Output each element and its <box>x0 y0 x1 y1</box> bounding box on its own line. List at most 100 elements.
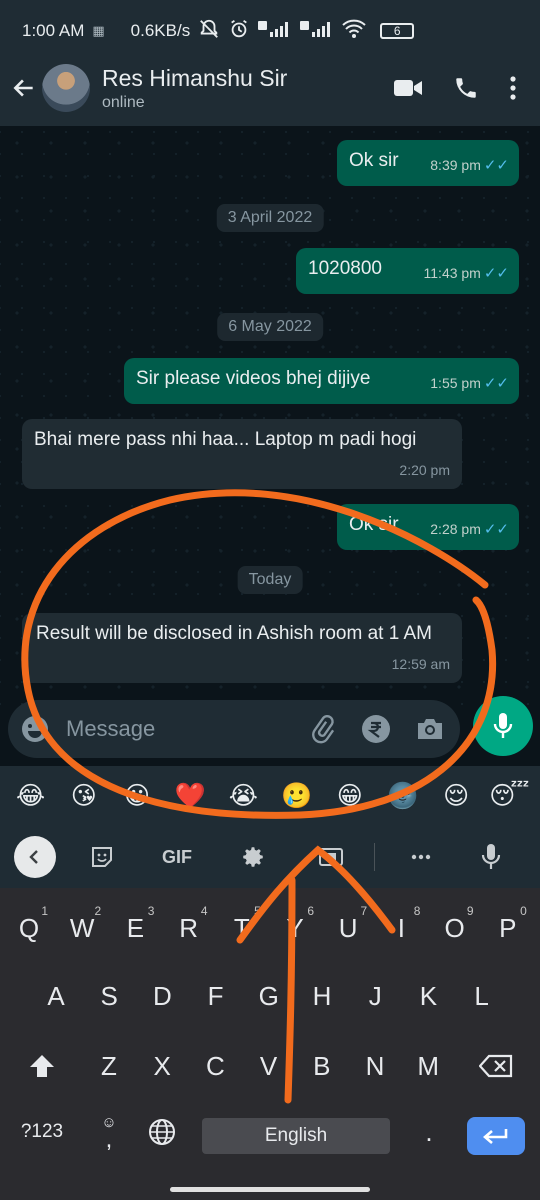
message-time: 2:20 pm <box>399 462 450 478</box>
key-label: R <box>179 912 198 943</box>
message-time: 2:28 pm <box>430 521 481 537</box>
key-j[interactable]: J <box>350 968 400 1024</box>
key-a[interactable]: A <box>31 968 81 1024</box>
back-arrow-icon[interactable] <box>8 72 40 104</box>
battery-icon: 6 <box>380 23 415 39</box>
keyboard-collapse-button[interactable] <box>14 836 56 878</box>
emoji-suggestion[interactable]: 😁 <box>330 781 370 811</box>
mic-icon <box>493 713 513 738</box>
backspace-key[interactable] <box>464 1038 528 1094</box>
key-g[interactable]: G <box>244 968 294 1024</box>
message-incoming[interactable]: Result will be disclosed in Ashish room … <box>22 613 462 683</box>
key-number-hint: 1 <box>41 904 48 918</box>
gif-button[interactable]: GIF <box>162 836 192 878</box>
key-number-hint: 3 <box>147 904 155 918</box>
key-number-hint: 6 <box>307 904 314 918</box>
message-outgoing[interactable]: 1020800 11:43 pm ✓✓ <box>296 248 519 294</box>
message-time: 1:55 pm <box>430 375 481 391</box>
key-label: O <box>444 912 465 943</box>
key-d[interactable]: D <box>137 968 187 1024</box>
camera-icon[interactable] <box>410 709 450 749</box>
emoji-suggestion[interactable]: 🌚 <box>383 782 423 811</box>
key-m[interactable]: M <box>403 1038 453 1094</box>
rupee-payment-icon[interactable] <box>356 709 396 749</box>
mic-button[interactable] <box>473 696 533 756</box>
home-gesture-handle[interactable] <box>170 1187 370 1192</box>
shift-key[interactable] <box>10 1038 74 1094</box>
contact-name: Res Himanshu Sir <box>102 64 288 91</box>
emoji-suggestion[interactable]: 😭 <box>223 781 263 811</box>
settings-gear-icon[interactable] <box>240 836 266 878</box>
key-o[interactable]: O9 <box>430 900 480 956</box>
period-key[interactable]: . <box>406 1104 452 1160</box>
key-number-hint: 2 <box>94 904 102 918</box>
emoji-icon[interactable] <box>20 714 50 744</box>
emoji-suggestion[interactable]: 😌 <box>436 781 476 811</box>
key-p[interactable]: P0 <box>483 900 533 956</box>
key-v[interactable]: V <box>244 1038 294 1094</box>
emoji-suggestion[interactable]: 😂 <box>11 781 51 811</box>
key-t[interactable]: T5 <box>217 900 267 956</box>
message-text: Ok sir <box>349 150 399 171</box>
read-receipt-icon: ✓✓ <box>483 521 509 538</box>
emoji-suggestion[interactable]: ❤️ <box>170 782 210 811</box>
key-s[interactable]: S <box>84 968 134 1024</box>
message-composer[interactable]: Message <box>8 700 460 758</box>
enter-key[interactable] <box>467 1117 525 1155</box>
key-z[interactable]: Z <box>84 1038 134 1094</box>
key-k[interactable]: K <box>403 968 453 1024</box>
keyboard-row-2: ASDFGHJKL <box>0 968 540 1028</box>
message-incoming[interactable]: Bhai mere pass nhi haa... Laptop m padi … <box>22 419 462 489</box>
language-globe-icon[interactable] <box>138 1104 186 1160</box>
clipboard-icon[interactable] <box>318 836 344 878</box>
key-h[interactable]: H <box>297 968 347 1024</box>
keyboard: Q1W2E3R4T5Y6U7I8O9P0 ASDFGHJKL ZXCVBNM ?… <box>0 888 540 1178</box>
key-x[interactable]: X <box>137 1038 187 1094</box>
sticker-icon[interactable] <box>90 836 114 878</box>
key-w[interactable]: W2 <box>57 900 107 956</box>
more-options-icon[interactable] <box>411 836 431 878</box>
chat-area[interactable]: Ok sir 8:39 pm ✓✓ 3 April 2022 1020800 11… <box>0 126 540 706</box>
key-f[interactable]: F <box>191 968 241 1024</box>
message-input[interactable]: Message <box>66 716 288 742</box>
space-key[interactable]: English <box>202 1118 390 1154</box>
message-outgoing[interactable]: Ok sir 2:28 pm ✓✓ <box>337 504 519 550</box>
key-label: I <box>397 912 405 943</box>
comma-key[interactable]: ☺ , <box>86 1104 132 1160</box>
attach-icon[interactable] <box>302 709 342 749</box>
key-c[interactable]: C <box>190 1038 240 1094</box>
message-outgoing[interactable]: Sir please videos bhej dijiye 1:55 pm ✓✓ <box>124 358 519 404</box>
avatar[interactable] <box>42 64 90 112</box>
voice-input-icon[interactable] <box>481 836 501 878</box>
message-outgoing[interactable]: Ok sir 8:39 pm ✓✓ <box>337 140 519 186</box>
emoji-suggestion[interactable]: 😀 <box>117 781 157 811</box>
symbols-key[interactable]: ?123 <box>8 1104 76 1160</box>
key-y[interactable]: Y6 <box>270 900 320 956</box>
key-number-hint: 5 <box>254 904 261 918</box>
key-i[interactable]: I8 <box>376 900 426 956</box>
key-n[interactable]: N <box>350 1038 400 1094</box>
key-r[interactable]: R4 <box>164 900 214 956</box>
emoji-suggestion[interactable]: 😴 <box>489 781 529 811</box>
signal-icon <box>258 20 292 43</box>
key-b[interactable]: B <box>297 1038 347 1094</box>
key-l[interactable]: L <box>457 968 507 1024</box>
video-call-icon[interactable] <box>386 66 430 110</box>
key-q[interactable]: Q1 <box>4 900 54 956</box>
contact-info[interactable]: Res Himanshu Sir online <box>102 65 386 112</box>
voice-call-icon[interactable] <box>444 66 488 110</box>
more-options-icon[interactable] <box>502 66 524 110</box>
key-label: Q <box>18 912 40 943</box>
emoji-suggestion[interactable]: 😘 <box>64 781 104 811</box>
emoji-suggestion[interactable]: 🥲 <box>277 782 317 811</box>
wifi-icon <box>342 19 366 44</box>
comma-label: , <box>105 1125 113 1153</box>
status-icons: 6 <box>198 18 415 45</box>
enter-icon <box>483 1129 508 1144</box>
key-e[interactable]: E3 <box>110 900 160 956</box>
message-text: 1020800 <box>308 258 382 279</box>
read-receipt-icon: ✓✓ <box>483 157 509 174</box>
keyboard-toolbar: GIF <box>0 826 540 888</box>
key-number-hint: 4 <box>200 904 208 918</box>
key-u[interactable]: U7 <box>323 900 373 956</box>
